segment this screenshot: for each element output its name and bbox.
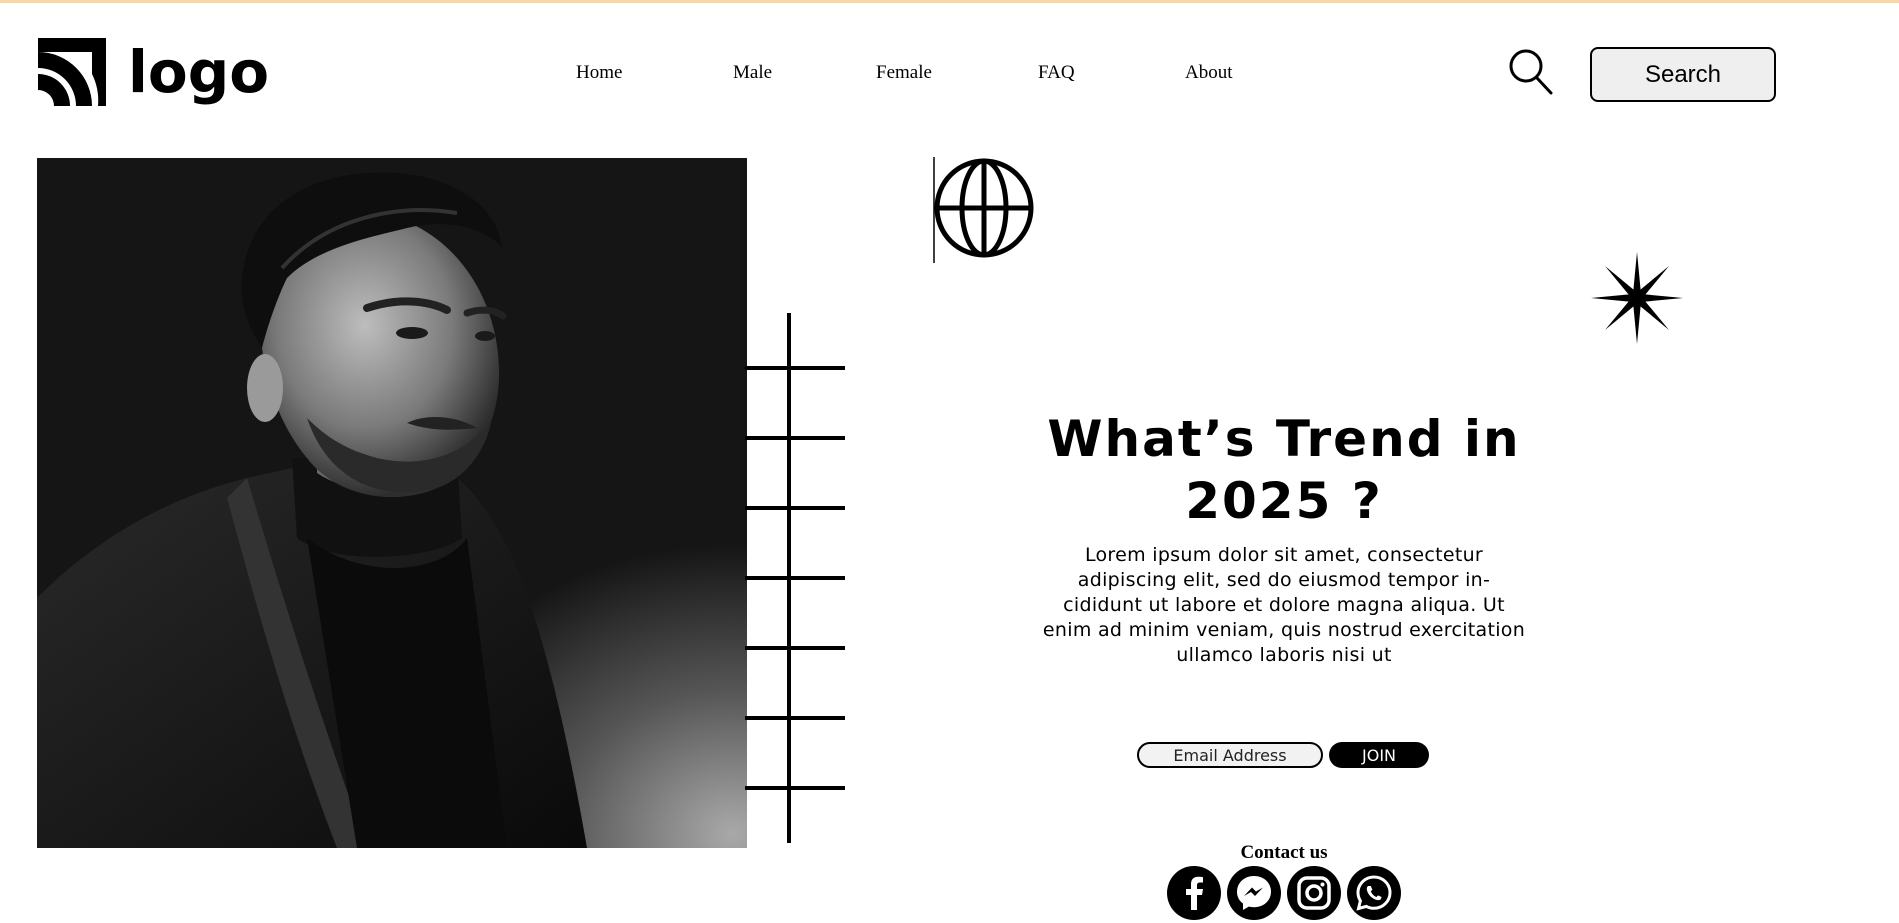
whatsapp-icon[interactable] xyxy=(1347,866,1401,920)
facebook-icon[interactable] xyxy=(1167,866,1221,920)
globe-icon xyxy=(933,157,1034,263)
sparkle-icon xyxy=(1591,252,1683,344)
nav-female[interactable]: Female xyxy=(876,62,932,84)
logo-mark-icon xyxy=(38,38,106,106)
instagram-icon[interactable] xyxy=(1287,866,1341,920)
hero-headline: What’s Trend in 2025 ? xyxy=(1020,408,1548,532)
messenger-icon[interactable] xyxy=(1227,866,1281,920)
nav-male[interactable]: Male xyxy=(733,62,772,84)
nav-about[interactable]: About xyxy=(1185,62,1233,84)
top-border-strip xyxy=(0,0,1899,3)
nav-faq[interactable]: FAQ xyxy=(1038,62,1075,84)
search-icon[interactable] xyxy=(1508,48,1554,96)
contact-title: Contact us xyxy=(1240,842,1328,863)
join-button[interactable]: JOIN xyxy=(1329,742,1429,768)
grid-lines-decoration xyxy=(745,313,845,843)
nav-home[interactable]: Home xyxy=(576,62,622,84)
hero-photo xyxy=(37,158,747,848)
search-button[interactable]: Search xyxy=(1590,47,1776,102)
logo[interactable]: logo xyxy=(36,36,269,108)
hero-body-text: Lorem ipsum dolor sit amet, consectetur … xyxy=(1042,544,1526,666)
social-links xyxy=(1167,866,1401,920)
logo-text: logo xyxy=(128,38,270,106)
portrait-illustration xyxy=(37,172,587,848)
hero-headline-line1: What’s Trend in xyxy=(1047,410,1521,468)
hero-headline-line2: 2025 ? xyxy=(1185,472,1383,530)
email-field[interactable] xyxy=(1137,742,1323,768)
